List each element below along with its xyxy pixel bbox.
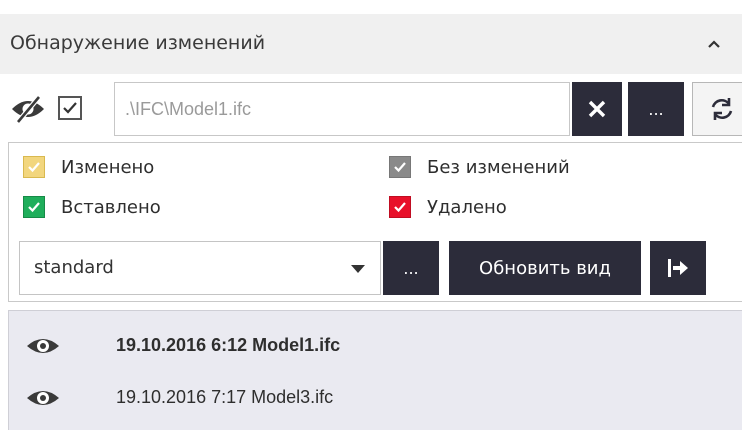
view-options-button[interactable]: ... xyxy=(383,241,439,295)
collapse-button[interactable] xyxy=(700,30,728,58)
modified-checkbox[interactable] xyxy=(23,156,45,178)
update-view-button[interactable]: Обновить вид xyxy=(449,241,641,295)
checkmark-icon xyxy=(28,202,40,213)
update-view-label: Обновить вид xyxy=(479,257,611,279)
eye-icon[interactable] xyxy=(25,385,61,411)
legend-item-deleted[interactable]: Удалено xyxy=(389,195,507,219)
eye-slash-icon[interactable] xyxy=(10,94,46,124)
clear-path-button[interactable] xyxy=(572,82,622,136)
deleted-checkbox[interactable] xyxy=(389,196,411,218)
chevron-up-icon xyxy=(708,40,720,48)
panel-title: Обнаружение изменений xyxy=(10,32,266,54)
file-path-input[interactable] xyxy=(114,82,570,136)
legend-item-unchanged[interactable]: Без изменений xyxy=(389,155,570,179)
export-arrow-icon xyxy=(668,259,688,277)
history-item[interactable]: 19.10.2016 7:17 Model3.ifc xyxy=(9,373,742,423)
legend-label-inserted: Вставлено xyxy=(61,196,161,218)
legend-label-unchanged: Без изменений xyxy=(427,156,570,178)
unchanged-checkbox[interactable] xyxy=(389,156,411,178)
change-history-list: 19.10.2016 6:12 Model1.ifc 19.10.2016 7:… xyxy=(8,310,742,430)
refresh-icon xyxy=(711,98,733,120)
legend-label-deleted: Удалено xyxy=(427,196,507,218)
close-icon xyxy=(588,100,606,118)
legend-item-modified[interactable]: Изменено xyxy=(23,155,154,179)
view-options-label: ... xyxy=(403,258,419,278)
browse-button[interactable]: ... xyxy=(628,82,684,136)
refresh-button[interactable] xyxy=(692,82,742,136)
visibility-checkbox[interactable] xyxy=(58,96,82,120)
view-style-select[interactable]: standard xyxy=(19,241,381,295)
eye-icon[interactable] xyxy=(25,333,61,359)
change-legend: Изменено Без изменений Вставлено Удалено… xyxy=(8,142,742,302)
panel-header: Обнаружение изменений xyxy=(0,14,742,74)
legend-item-inserted[interactable]: Вставлено xyxy=(23,195,161,219)
checkmark-icon xyxy=(63,102,77,114)
browse-button-label: ... xyxy=(648,99,664,119)
history-item[interactable]: 19.10.2016 6:12 Model1.ifc xyxy=(9,321,742,371)
history-item-label: 19.10.2016 7:17 Model3.ifc xyxy=(116,387,334,407)
export-button[interactable] xyxy=(650,241,706,295)
checkmark-icon xyxy=(394,162,406,173)
file-toolbar: ... xyxy=(0,78,742,142)
history-item-label: 19.10.2016 6:12 Model1.ifc xyxy=(116,335,341,355)
inserted-checkbox[interactable] xyxy=(23,196,45,218)
legend-label-modified: Изменено xyxy=(61,156,155,178)
checkmark-icon xyxy=(394,202,406,213)
dropdown-arrow-icon xyxy=(351,265,365,273)
checkmark-icon xyxy=(28,162,40,173)
view-style-value: standard xyxy=(34,257,114,278)
